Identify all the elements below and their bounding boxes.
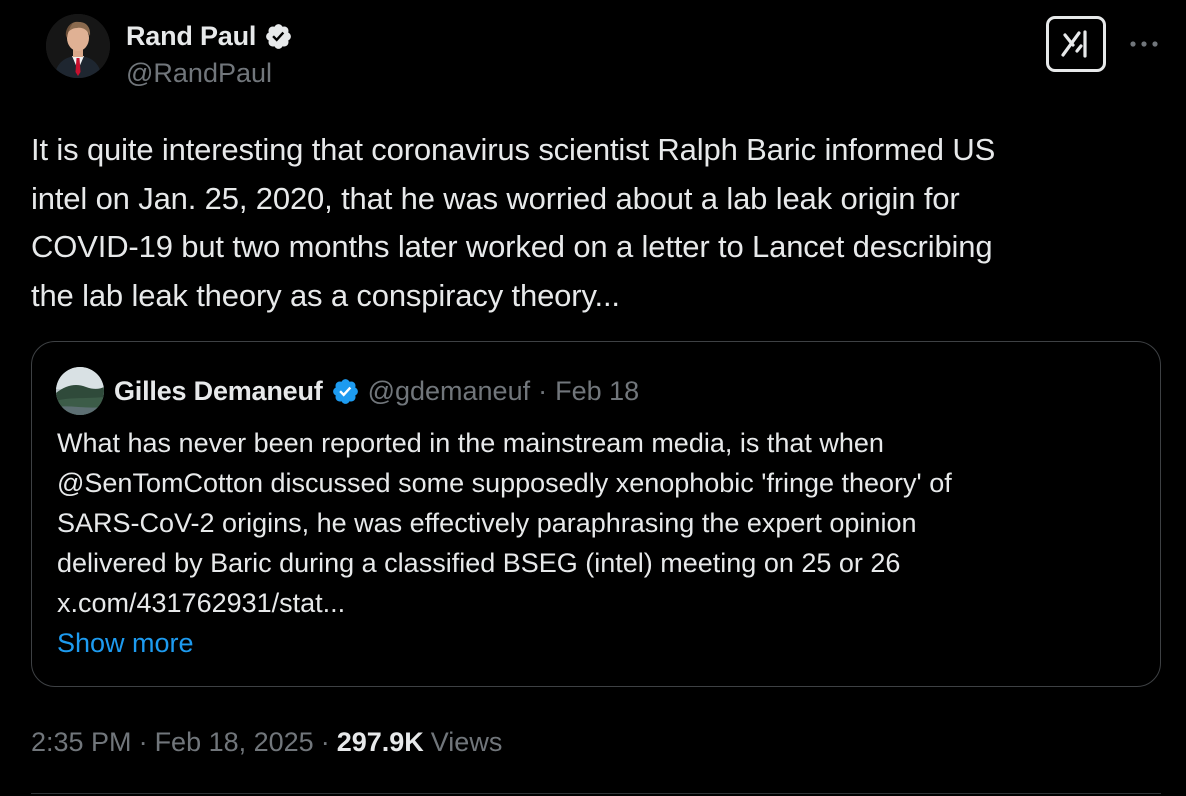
grok-button[interactable] — [1046, 16, 1106, 72]
views-count[interactable]: 297.9K — [337, 727, 424, 758]
tweet-text: It is quite interesting that coronavirus… — [31, 132, 996, 313]
author-display-name[interactable]: Rand Paul — [126, 21, 256, 52]
author-name-row[interactable]: Rand Paul — [126, 18, 293, 54]
tweet: Rand Paul @RandPaul It is quite interest… — [0, 0, 1186, 796]
divider — [31, 793, 1161, 794]
quoted-author-handle[interactable]: @gdemaneuf — [368, 376, 531, 407]
quoted-header-separator: · — [538, 375, 548, 406]
quoted-author-display-name[interactable]: Gilles Demaneuf — [114, 376, 323, 407]
meta-separator: · — [320, 726, 330, 757]
quoted-author-avatar[interactable] — [56, 367, 104, 415]
views-label[interactable]: Views — [431, 727, 503, 758]
quoted-tweet-card[interactable]: Gilles Demaneuf @gdemaneuf · Feb 18 What… — [31, 341, 1161, 687]
author-avatar[interactable] — [46, 14, 110, 78]
quoted-verified-badge-icon — [331, 377, 360, 406]
more-dots-icon — [1130, 41, 1158, 47]
verified-badge-icon — [264, 22, 293, 51]
tweet-date[interactable]: Feb 18, 2025 — [155, 727, 314, 758]
grok-icon — [1061, 30, 1087, 58]
quoted-tweet-date[interactable]: Feb 18 — [555, 376, 639, 407]
meta-separator: · — [138, 726, 148, 757]
quoted-author-avatar-image — [56, 367, 104, 415]
quoted-tweet-header: Gilles Demaneuf @gdemaneuf · Feb 18 — [114, 372, 639, 410]
show-more-link[interactable]: Show more — [57, 623, 194, 663]
tweet-meta: 2:35 PM · Feb 18, 2025 · 297.9K Views — [31, 722, 502, 762]
author-avatar-image — [46, 14, 110, 78]
more-options-button[interactable] — [1124, 24, 1164, 64]
quoted-tweet-text: What has never been reported in the main… — [57, 428, 952, 618]
author-handle[interactable]: @RandPaul — [126, 58, 272, 89]
tweet-time[interactable]: 2:35 PM — [31, 727, 132, 758]
